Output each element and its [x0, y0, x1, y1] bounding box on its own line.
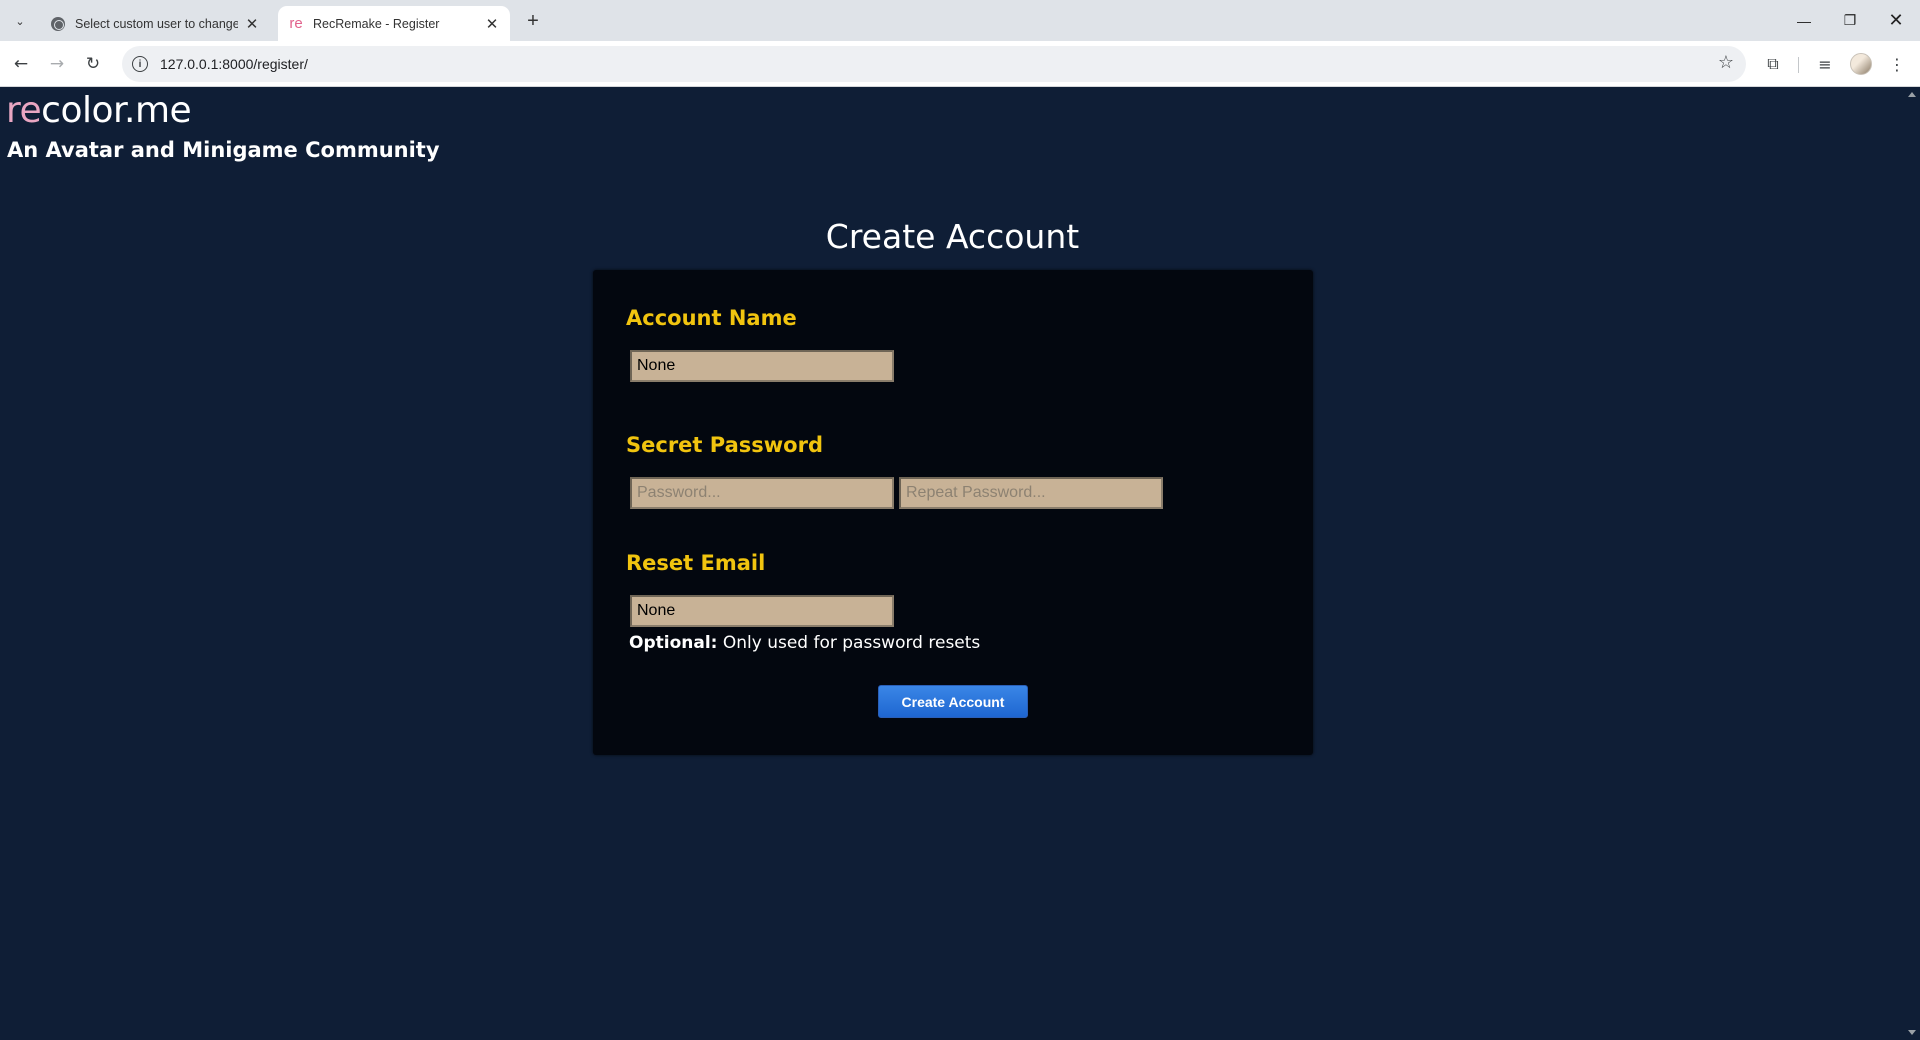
tab-search-button[interactable]: ⌄ [7, 8, 33, 34]
profile-button[interactable] [1846, 49, 1876, 79]
tab-django-admin[interactable]: Select custom user to change | Django si… [40, 6, 270, 41]
email-note-text: Only used for password resets [717, 633, 981, 653]
page-viewport: recolor.me An Avatar and Minigame Commun… [0, 87, 1905, 1040]
back-button[interactable]: ← [6, 49, 36, 79]
minimize-button[interactable]: — [1781, 0, 1827, 41]
close-icon: ✕ [1888, 10, 1904, 30]
close-icon[interactable]: ✕ [244, 16, 260, 33]
tab-strip: ⌄ Select custom user to change | Django … [0, 0, 1920, 41]
email-note: Optional: Only used for password resets [629, 633, 980, 653]
email-note-strong: Optional: [629, 633, 718, 653]
address-bar[interactable]: i 127.0.0.1:8000/register/ ☆ [122, 46, 1746, 82]
close-icon[interactable]: ✕ [484, 16, 500, 33]
scroll-down-icon[interactable] [1908, 1030, 1916, 1035]
browser-toolbar: ← → ↻ i 127.0.0.1:8000/register/ ☆ ⧉ ≡ ⋮ [0, 41, 1920, 87]
browser-menu-button[interactable]: ⋮ [1882, 49, 1912, 79]
extensions-button[interactable]: ⧉ [1758, 49, 1788, 79]
tab-title: RecRemake - Register [313, 16, 440, 31]
page-scrollbar[interactable] [1905, 87, 1920, 1040]
create-account-button[interactable]: Create Account [878, 685, 1028, 718]
tab-register[interactable]: re RecRemake - Register ✕ [278, 6, 510, 41]
scroll-up-icon[interactable] [1908, 92, 1916, 97]
arrow-left-icon: ← [13, 54, 29, 74]
playlist-icon: ≡ [1818, 54, 1832, 74]
more-vertical-icon: ⋮ [1889, 54, 1905, 74]
email-label: Reset Email [626, 551, 766, 575]
logo-prefix: re [6, 90, 42, 131]
email-field[interactable] [630, 595, 894, 627]
account-name-input[interactable] [630, 350, 894, 382]
media-controls-button[interactable]: ≡ [1810, 49, 1840, 79]
register-form: Account Name Secret Password Reset Email… [593, 270, 1313, 755]
restore-icon: ❐ [1843, 12, 1857, 28]
minimize-icon: — [1797, 12, 1811, 29]
puzzle-icon: ⧉ [1767, 54, 1779, 73]
restore-button[interactable]: ❐ [1827, 0, 1873, 41]
address-url[interactable]: 127.0.0.1:8000/register/ [160, 56, 308, 72]
new-tab-button[interactable]: + [520, 8, 546, 34]
arrow-right-icon: → [49, 54, 65, 74]
logo-suffix: color.me [41, 90, 192, 131]
forward-button[interactable]: → [42, 49, 72, 79]
site-favicon: re [289, 15, 303, 32]
site-info-icon[interactable]: i [132, 56, 148, 72]
bookmark-star-icon[interactable]: ☆ [1718, 52, 1734, 73]
repeat-password-input[interactable] [899, 477, 1163, 509]
toolbar-divider [1798, 57, 1799, 73]
reload-icon: ↻ [85, 54, 101, 74]
site-logo[interactable]: recolor.me [6, 90, 192, 131]
avatar [1850, 53, 1872, 75]
password-input[interactable] [630, 477, 894, 509]
chevron-down-icon: ⌄ [15, 14, 25, 28]
account-name-label: Account Name [626, 306, 797, 330]
close-window-button[interactable]: ✕ [1873, 0, 1919, 41]
reload-button[interactable]: ↻ [78, 49, 108, 79]
page-title: Create Account [825, 217, 1080, 256]
password-label: Secret Password [626, 433, 823, 457]
globe-icon [50, 16, 66, 32]
site-tagline: An Avatar and Minigame Community [7, 138, 440, 162]
plus-icon: + [527, 9, 539, 32]
tab-title: Select custom user to change | Django si… [75, 16, 238, 31]
